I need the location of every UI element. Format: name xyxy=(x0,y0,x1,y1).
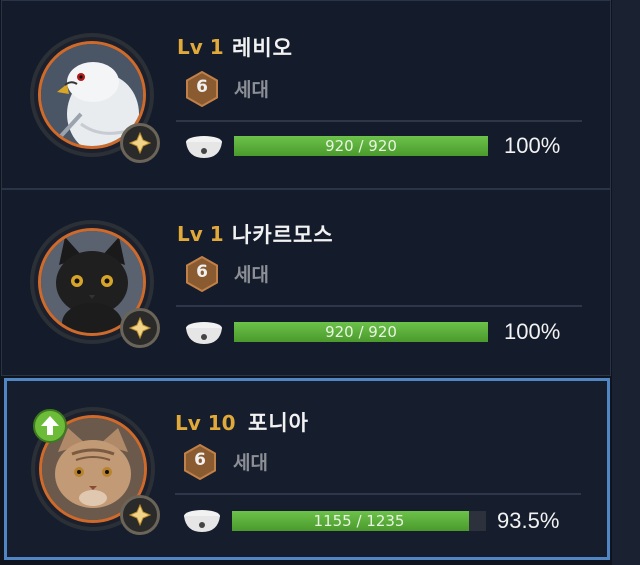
hunger-value: 920 / 920 xyxy=(325,137,397,155)
pet-skill-badge-icon xyxy=(120,123,160,163)
divider xyxy=(175,493,581,495)
hunger-value: 1155 / 1235 xyxy=(313,512,405,530)
pet-level: Lv 1 xyxy=(177,35,224,59)
generation-number: 6 xyxy=(194,450,206,470)
food-bowl-icon xyxy=(182,508,222,540)
generation-number: 6 xyxy=(196,77,208,97)
pet-card-2[interactable]: Lv 1 나카르모스 6 세대 920 / 920 100% xyxy=(1,189,611,376)
pet-name: 나카르모스 xyxy=(232,223,334,247)
pet-skill-badge-icon xyxy=(120,308,160,348)
pet-card-1[interactable]: Lv 1 레비오 6 세대 920 / 920 100% xyxy=(1,0,611,189)
generation-number: 6 xyxy=(196,262,208,282)
generation-label: 세대 xyxy=(234,79,269,101)
divider xyxy=(176,120,582,122)
pet-card-3[interactable]: Lv 10 포니아 6 세대 1155 / 1235 93.5% xyxy=(4,378,610,560)
food-bowl-icon xyxy=(184,320,224,352)
pet-list-panel: Lv 1 레비오 6 세대 920 / 920 100% Lv 1 나카르모스 … xyxy=(0,0,640,565)
hunger-value: 920 / 920 xyxy=(325,323,397,341)
hunger-bar: 920 / 920 xyxy=(234,136,488,156)
hunger-bar: 920 / 920 xyxy=(234,322,488,342)
hunger-percent: 93.5% xyxy=(497,508,560,533)
generation-hex-icon: 6 xyxy=(182,443,218,481)
hunger-percent: 100% xyxy=(504,133,561,158)
level-up-arrow-icon xyxy=(33,409,67,443)
generation-hex-icon: 6 xyxy=(184,70,220,108)
pet-name: 레비오 xyxy=(232,36,293,60)
food-bowl-icon xyxy=(184,134,224,166)
pet-name: 포니아 xyxy=(248,411,309,435)
pet-skill-badge-icon xyxy=(120,495,160,535)
scrollbar-track[interactable] xyxy=(612,0,640,565)
generation-hex-icon: 6 xyxy=(184,255,220,293)
hunger-percent: 100% xyxy=(504,319,561,344)
generation-label: 세대 xyxy=(233,452,268,474)
generation-label: 세대 xyxy=(234,264,269,286)
pet-level: Lv 1 xyxy=(177,222,224,246)
hunger-bar: 1155 / 1235 xyxy=(232,511,486,531)
pet-level: Lv 10 xyxy=(175,411,236,435)
divider xyxy=(176,305,582,307)
